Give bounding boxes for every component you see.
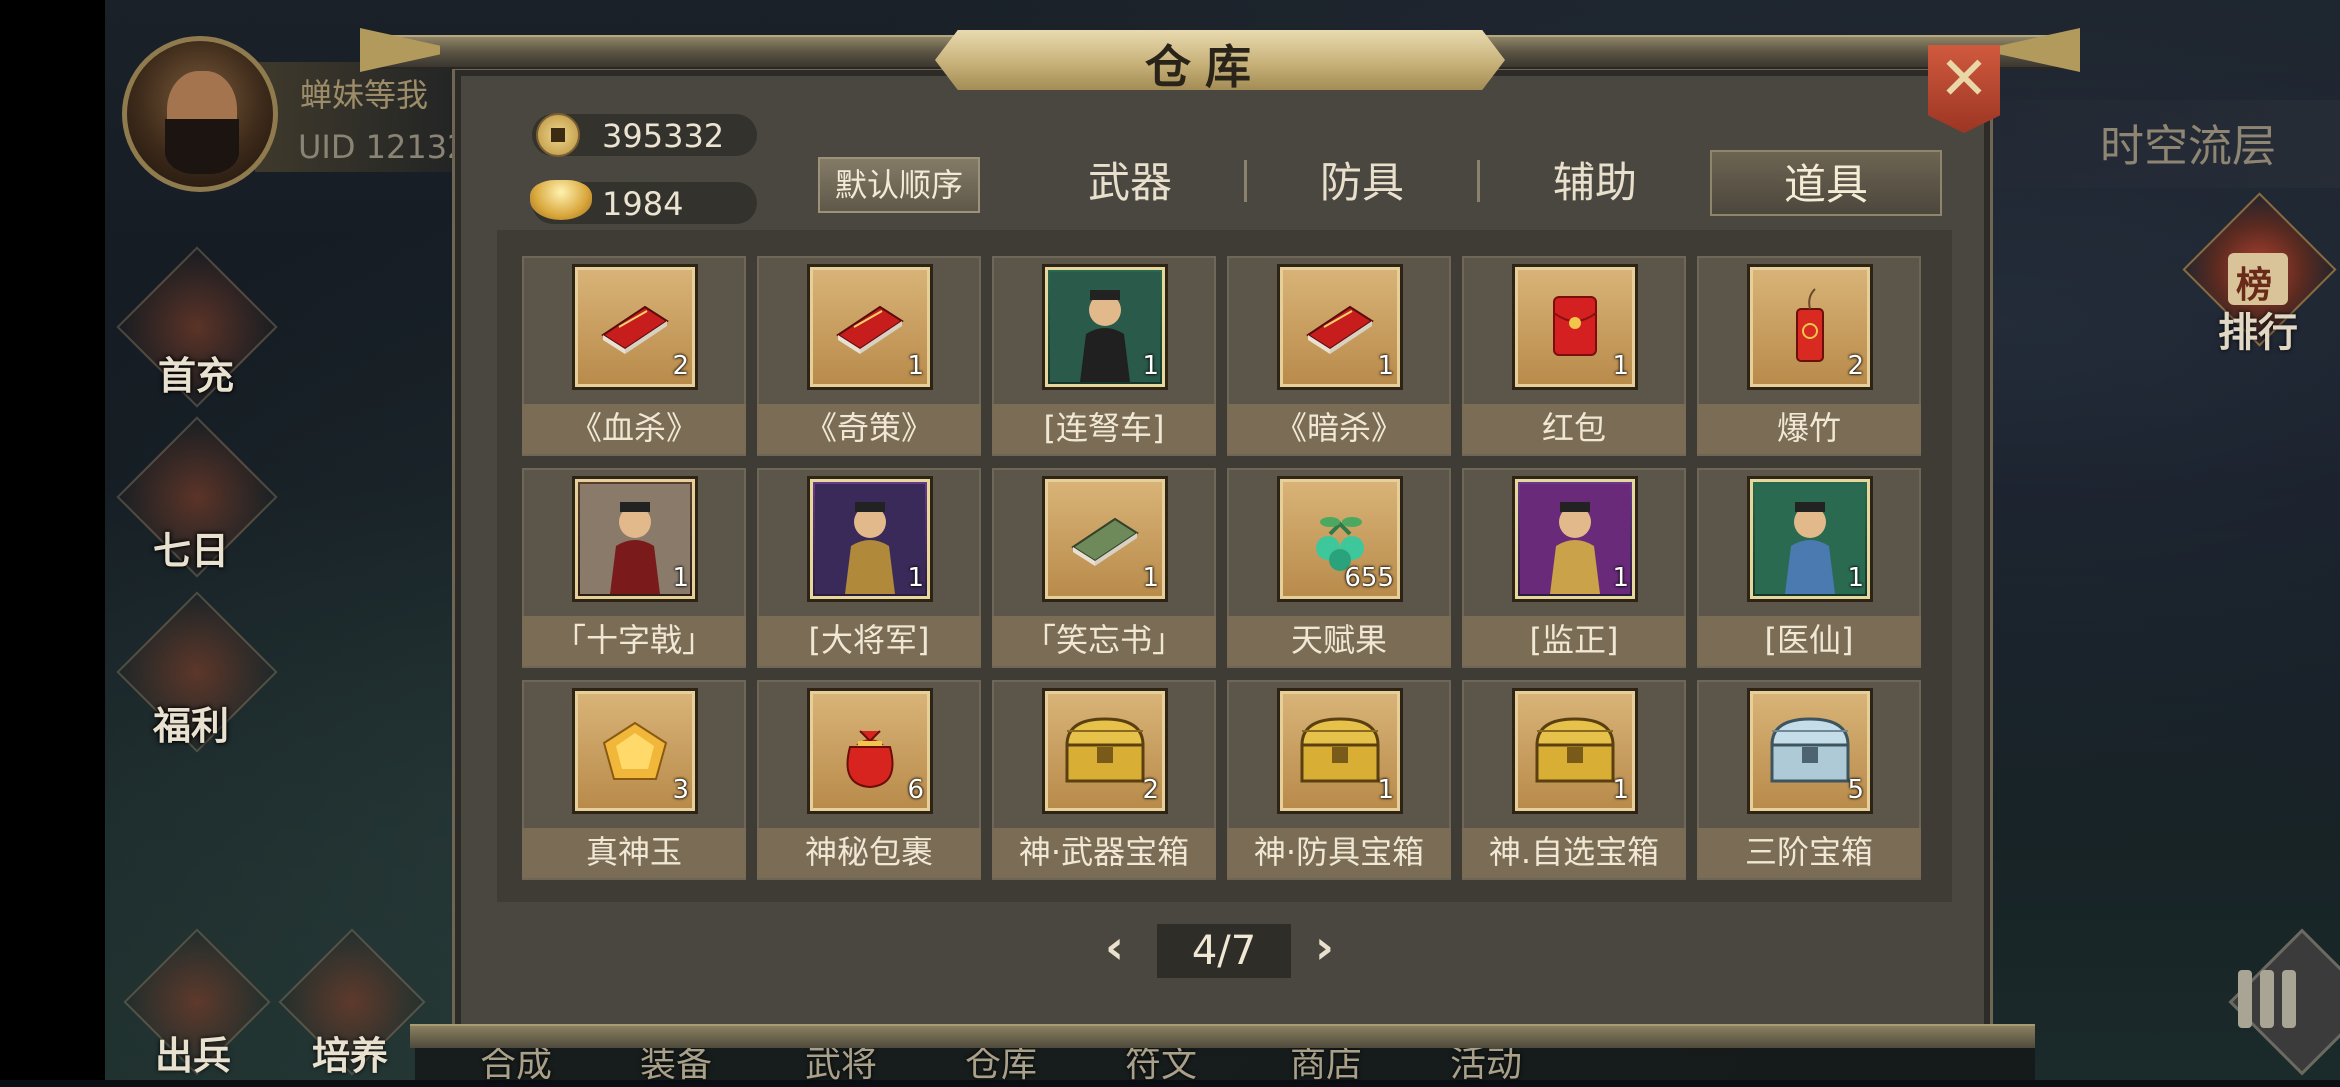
side-menu-welfare[interactable]: 福利 bbox=[153, 695, 229, 750]
item-name: 神秘包裹 bbox=[757, 828, 981, 878]
item-name: 真神玉 bbox=[522, 828, 746, 878]
ranking-label[interactable]: 排行 bbox=[2218, 300, 2298, 358]
item-icon-frame: 655 bbox=[1277, 476, 1403, 602]
prev-page-button[interactable]: ‹ bbox=[1105, 920, 1124, 974]
item-icon-frame: 1 bbox=[807, 476, 933, 602]
item-count: 1 bbox=[672, 563, 689, 593]
item-cell[interactable]: 3 真神玉 bbox=[522, 680, 746, 880]
item-count: 3 bbox=[672, 775, 689, 805]
item-count: 6 bbox=[907, 775, 924, 805]
item-icon-frame: 1 bbox=[1277, 688, 1403, 814]
item-name: 神·防具宝箱 bbox=[1227, 828, 1451, 878]
frame-bottom-rail bbox=[410, 1024, 2035, 1048]
side-menu-first-recharge[interactable]: 首充 bbox=[158, 345, 234, 400]
menu-bars-icon bbox=[2238, 970, 2304, 1032]
item-name: 三阶宝箱 bbox=[1697, 828, 1921, 878]
time-space-title[interactable]: 时空流层 bbox=[2100, 110, 2276, 174]
item-count: 1 bbox=[907, 351, 924, 381]
item-name: 《奇策》 bbox=[757, 404, 981, 454]
item-icon-frame: 3 bbox=[572, 688, 698, 814]
item-icon-frame: 1 bbox=[1042, 476, 1168, 602]
item-name: 红包 bbox=[1462, 404, 1686, 454]
side-menu-seven-days[interactable]: 七日 bbox=[153, 520, 229, 575]
screen-left-edge bbox=[0, 0, 105, 1080]
next-page-button[interactable]: › bbox=[1315, 920, 1334, 974]
item-cell[interactable]: 1 [连弩车] bbox=[992, 256, 1216, 456]
item-cell[interactable]: 1 神.自选宝箱 bbox=[1462, 680, 1686, 880]
item-icon-frame: 2 bbox=[572, 264, 698, 390]
nav-deploy[interactable]: 出兵 bbox=[155, 1025, 231, 1080]
item-count: 5 bbox=[1847, 775, 1864, 805]
item-cell[interactable]: 2 神·武器宝箱 bbox=[992, 680, 1216, 880]
ingot-amount: 1984 bbox=[602, 185, 684, 223]
item-cell[interactable]: 5 三阶宝箱 bbox=[1697, 680, 1921, 880]
item-icon-frame: 1 bbox=[1512, 476, 1638, 602]
item-count: 1 bbox=[1142, 351, 1159, 381]
item-cell[interactable]: 1 [医仙] bbox=[1697, 468, 1921, 668]
nav-train[interactable]: 培养 bbox=[312, 1025, 388, 1080]
page-indicator: 4/7 bbox=[1191, 928, 1257, 974]
item-count: 1 bbox=[1612, 775, 1629, 805]
item-name: [大将军] bbox=[757, 616, 981, 666]
modal-title: 仓库 bbox=[1145, 40, 1265, 94]
item-name: 《暗杀》 bbox=[1227, 404, 1451, 454]
item-count: 1 bbox=[1377, 775, 1394, 805]
item-icon-frame: 2 bbox=[1747, 264, 1873, 390]
item-cell[interactable]: 1 「笑忘书」 bbox=[992, 468, 1216, 668]
item-count: 1 bbox=[1612, 351, 1629, 381]
item-icon-frame: 1 bbox=[1512, 264, 1638, 390]
item-count: 1 bbox=[1612, 563, 1629, 593]
item-cell[interactable]: 1 红包 bbox=[1462, 256, 1686, 456]
default-sort-button[interactable]: 默认顺序 bbox=[818, 157, 980, 213]
item-name: [监正] bbox=[1462, 616, 1686, 666]
item-icon-frame: 1 bbox=[1277, 264, 1403, 390]
avatar-beard bbox=[165, 119, 239, 174]
item-count: 2 bbox=[1847, 351, 1864, 381]
item-name: [医仙] bbox=[1697, 616, 1921, 666]
item-icon-frame: 5 bbox=[1747, 688, 1873, 814]
item-count: 1 bbox=[1377, 351, 1394, 381]
item-name: 「笑忘书」 bbox=[992, 616, 1216, 666]
item-icon-frame: 1 bbox=[1512, 688, 1638, 814]
item-cell[interactable]: 1 [大将军] bbox=[757, 468, 981, 668]
copper-coin-icon bbox=[536, 113, 580, 157]
coin-amount: 395332 bbox=[602, 117, 725, 155]
tab-weapons[interactable]: 武器 bbox=[1015, 150, 1245, 216]
item-cell[interactable]: 1 神·防具宝箱 bbox=[1227, 680, 1451, 880]
item-name: 「十字戟」 bbox=[522, 616, 746, 666]
item-icon-frame: 1 bbox=[1747, 476, 1873, 602]
item-cell[interactable]: 6 神秘包裹 bbox=[757, 680, 981, 880]
close-icon[interactable]: ✕ bbox=[1934, 44, 1994, 114]
item-cell[interactable]: 1 《暗杀》 bbox=[1227, 256, 1451, 456]
item-icon-frame: 1 bbox=[807, 264, 933, 390]
item-count: 1 bbox=[1142, 563, 1159, 593]
item-icon-frame: 2 bbox=[1042, 688, 1168, 814]
item-count: 2 bbox=[672, 351, 689, 381]
item-count: 1 bbox=[1847, 563, 1864, 593]
player-avatar[interactable] bbox=[122, 36, 278, 192]
item-icon-frame: 1 bbox=[1042, 264, 1168, 390]
item-icon-frame: 6 bbox=[807, 688, 933, 814]
item-cell[interactable]: 1 [监正] bbox=[1462, 468, 1686, 668]
tab-auxiliary[interactable]: 辅助 bbox=[1480, 150, 1710, 216]
item-name: 神.自选宝箱 bbox=[1462, 828, 1686, 878]
gold-ingot-icon bbox=[530, 180, 592, 220]
item-icon-frame: 1 bbox=[572, 476, 698, 602]
item-cell[interactable]: 1 《奇策》 bbox=[757, 256, 981, 456]
item-name: [连弩车] bbox=[992, 404, 1216, 454]
item-count: 1 bbox=[907, 563, 924, 593]
player-name: 蝉妹等我 bbox=[300, 76, 429, 114]
item-name: 《血杀》 bbox=[522, 404, 746, 454]
item-name: 爆竹 bbox=[1697, 404, 1921, 454]
item-count: 655 bbox=[1344, 563, 1394, 593]
item-name: 神·武器宝箱 bbox=[992, 828, 1216, 878]
item-cell[interactable]: 2 爆竹 bbox=[1697, 256, 1921, 456]
item-name: 天赋果 bbox=[1227, 616, 1451, 666]
tab-items[interactable]: 道具 bbox=[1710, 150, 1942, 216]
item-cell[interactable]: 2 《血杀》 bbox=[522, 256, 746, 456]
item-cell[interactable]: 655 天赋果 bbox=[1227, 468, 1451, 668]
item-cell[interactable]: 1 「十字戟」 bbox=[522, 468, 746, 668]
tab-armor[interactable]: 防具 bbox=[1247, 150, 1477, 216]
item-count: 2 bbox=[1142, 775, 1159, 805]
